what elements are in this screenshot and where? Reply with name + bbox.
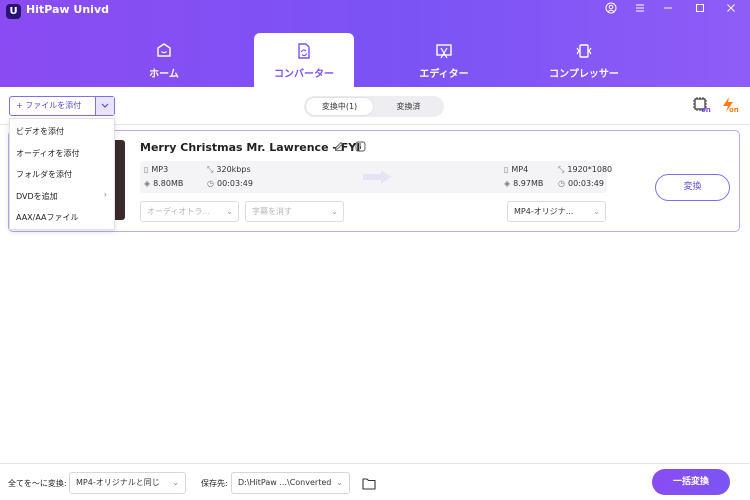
hw-accel-state: on: [701, 106, 711, 114]
source-format-value: MP3: [151, 165, 169, 174]
audio-track-select[interactable]: オーディオトラ... ⌄: [140, 201, 239, 222]
menu-item-add-audio[interactable]: オーディオを添付: [16, 148, 79, 159]
source-duration: ◷ 00:03:49: [207, 179, 253, 188]
edit-icon[interactable]: [332, 141, 346, 155]
file-card: Merry Christmas Mr. Lawrence - FYI ▯ MP3 …: [8, 130, 740, 232]
output-format-select[interactable]: MP4-オリジナ... ⌄: [507, 201, 606, 222]
converter-icon: [298, 43, 310, 59]
menu-icon[interactable]: [632, 2, 648, 18]
convert-all-label: 全てを～に変換:: [8, 479, 67, 488]
tab-compressor[interactable]: コンプレッサー: [534, 33, 634, 87]
menu-item-add-aax[interactable]: AAX/AAファイル: [16, 212, 79, 223]
footer-divider: [0, 463, 750, 464]
menu-item-add-video[interactable]: ビデオを添付: [16, 126, 64, 137]
compressor-icon: [576, 44, 592, 58]
target-size-value: 8.97MB: [513, 179, 544, 188]
source-size: ◈ 8.80MB: [144, 179, 183, 188]
add-file-button[interactable]: + ファイルを添付: [9, 96, 115, 116]
target-size: ◈ 8.97MB: [504, 179, 543, 188]
clock-icon: ◷: [207, 179, 214, 188]
home-icon: [157, 43, 171, 57]
target-resolution: ⤡ 1920*1080: [558, 165, 612, 175]
target-resolution-value: 1920*1080: [567, 165, 613, 174]
audio-track-label: オーディオトラ...: [147, 207, 211, 216]
app-header: U HitPaw Univd ホーム コンバーター エディター コンプレッサー: [0, 0, 750, 87]
tab-home[interactable]: ホーム: [114, 33, 214, 87]
menu-item-add-dvd[interactable]: DVDを追加: [16, 191, 58, 202]
status-segment: 変換中(1) 変換済: [304, 96, 444, 117]
batch-convert-button[interactable]: 一括変換: [652, 469, 730, 495]
account-icon[interactable]: [603, 2, 619, 18]
chevron-down-icon: ⌄: [226, 207, 233, 216]
chevron-right-icon: ›: [103, 190, 107, 199]
box-icon: ◈: [504, 179, 511, 188]
app-logo: U: [6, 4, 21, 19]
resize-icon: ⤡: [558, 165, 565, 174]
save-to-value: D:\HitPaw ...\Converted: [238, 478, 332, 487]
minimize-icon[interactable]: [660, 2, 676, 18]
chevron-down-icon: ⌄: [331, 207, 338, 216]
output-format-label: MP4-オリジナ...: [514, 207, 574, 216]
folder-icon[interactable]: [362, 475, 378, 490]
source-duration-value: 00:03:49: [216, 179, 253, 188]
tab-home-label: ホーム: [149, 69, 179, 80]
subtitle-label: 字幕を消す: [252, 207, 292, 216]
box-icon: ◈: [144, 179, 151, 188]
file-title: Merry Christmas Mr. Lawrence - FYI: [140, 141, 361, 154]
target-format: ▯ MP4: [504, 165, 528, 174]
source-format: ▯ MP3: [144, 165, 168, 174]
target-duration-value: 00:03:49: [567, 179, 604, 188]
chevron-down-icon: ⌄: [172, 478, 179, 487]
add-file-menu: ビデオを添付 オーディオを添付 フォルダを添付 DVDを追加 › AAX/AAフ…: [9, 118, 115, 230]
source-bitrate: ⤡ 320kbps: [207, 165, 251, 175]
editor-icon: [436, 44, 452, 59]
source-bitrate-value: 320kbps: [216, 165, 251, 174]
hardware-acceleration-icon[interactable]: on: [692, 96, 712, 116]
app-title: HitPaw Univd: [26, 3, 109, 16]
clock-icon: ◷: [558, 179, 565, 188]
file-info-row: ▯ MP3 ⤡ 320kbps ◈ 8.80MB ◷ 00:03:49 ▯ MP4 ⤡ 19…: [140, 161, 612, 193]
maximize-icon[interactable]: [692, 2, 708, 18]
save-to-label: 保存先:: [201, 479, 228, 488]
close-icon[interactable]: [723, 2, 739, 18]
convert-all-select[interactable]: MP4-オリジナルと同じ ⌄: [69, 472, 186, 494]
save-to-select[interactable]: D:\HitPaw ...\Converted ⌄: [231, 472, 350, 494]
source-size-value: 8.80MB: [153, 179, 184, 188]
file-icon: ▯: [144, 165, 149, 174]
chevron-down-icon: ⌄: [593, 207, 600, 216]
tab-converter[interactable]: コンバーター: [254, 33, 354, 87]
fast-mode-icon[interactable]: on: [720, 96, 740, 116]
chevron-down-icon[interactable]: [95, 97, 114, 115]
file-icon: ▯: [504, 165, 509, 174]
add-file-label[interactable]: + ファイルを添付: [10, 97, 96, 115]
tab-converter-label: コンバーター: [274, 69, 334, 80]
tab-editor-label: エディター: [419, 69, 469, 80]
tab-converted[interactable]: 変換済: [375, 98, 442, 115]
target-format-value: MP4: [511, 165, 529, 174]
tab-editor[interactable]: エディター: [394, 33, 494, 87]
subtitle-select[interactable]: 字幕を消す ⌄: [245, 201, 344, 222]
chevron-down-icon: ⌄: [336, 478, 343, 487]
tab-compressor-label: コンプレッサー: [549, 69, 619, 80]
info-icon[interactable]: [353, 141, 367, 155]
convert-all-value: MP4-オリジナルと同じ: [76, 478, 160, 487]
convert-button[interactable]: 変換: [655, 174, 730, 201]
tab-converting[interactable]: 変換中(1): [306, 98, 373, 115]
fast-mode-state: on: [729, 106, 739, 114]
arrow-right-icon: [363, 170, 391, 184]
menu-item-add-folder[interactable]: フォルダを添付: [16, 169, 72, 180]
target-duration: ◷ 00:03:49: [558, 179, 604, 188]
resize-icon: ⤡: [207, 165, 214, 174]
